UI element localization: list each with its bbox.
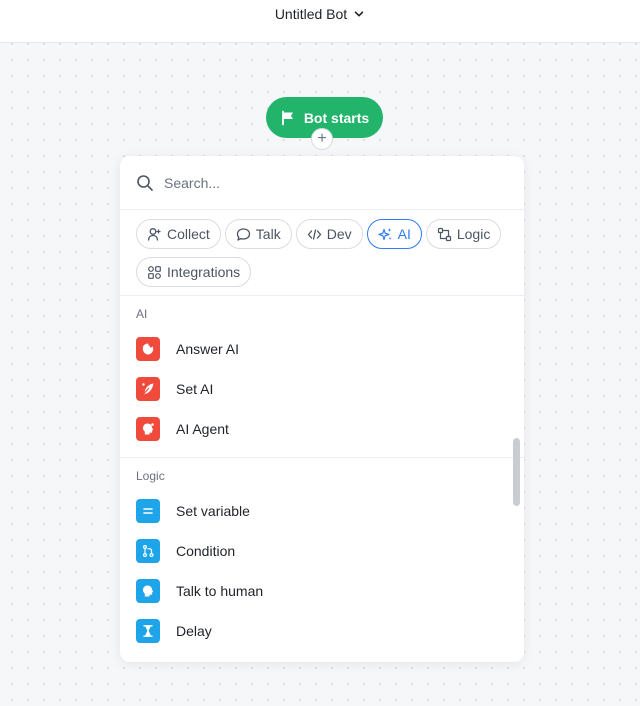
step-list[interactable]: AI Answer AI Set AI AI Agent Logic Set v…: [120, 296, 524, 662]
item-label: Answer AI: [176, 341, 240, 357]
hourglass-icon: [136, 619, 160, 643]
section-title-logic: Logic: [136, 469, 165, 483]
chevron-down-icon: [354, 11, 364, 17]
chip-label: Dev: [326, 226, 352, 242]
section-title-ai: AI: [136, 307, 148, 321]
item-label: Condition: [176, 543, 236, 559]
chat-bubble-icon: [236, 227, 250, 241]
search-input[interactable]: [164, 174, 464, 191]
flag-icon: [281, 110, 293, 125]
sparkles-icon: [378, 227, 392, 240]
category-chip-ai[interactable]: AI: [366, 219, 422, 249]
search-icon: [137, 174, 153, 191]
top-bar: Untitled Bot: [0, 0, 640, 43]
flow-icon: [437, 227, 451, 241]
chip-label: AI: [397, 226, 411, 242]
bot-title: Untitled Bot: [274, 6, 348, 22]
list-item-talk-to-human[interactable]: Talk to human: [120, 571, 524, 611]
list-item-delay[interactable]: Delay: [120, 611, 524, 651]
item-label: Delay: [176, 623, 212, 639]
step-picker-panel: Collect Talk Dev AI Logic Integrations A…: [120, 156, 524, 662]
list-item-set-variable[interactable]: Set variable: [120, 491, 524, 531]
list-item-set-ai[interactable]: Set AI: [120, 369, 524, 409]
human-head-icon: [136, 579, 160, 603]
bot-title-dropdown[interactable]: Untitled Bot: [275, 6, 365, 22]
item-label: Set variable: [176, 503, 250, 519]
list-item-condition[interactable]: Condition: [120, 531, 524, 571]
list-item-ai-agent[interactable]: AI Agent: [120, 409, 524, 449]
chip-label: Logic: [456, 226, 491, 242]
item-label: Set AI: [176, 381, 214, 397]
category-chip-talk[interactable]: Talk: [224, 219, 292, 249]
search-row: [120, 156, 524, 210]
chip-label: Collect: [167, 226, 210, 242]
item-label: AI Agent: [176, 421, 229, 437]
brain-icon: [136, 337, 160, 361]
branch-icon: [136, 539, 160, 563]
agent-head-icon: [136, 417, 160, 441]
apps-icon: [148, 265, 161, 279]
user-icon: [147, 227, 161, 241]
code-icon: [307, 228, 321, 240]
category-chip-logic[interactable]: Logic: [425, 219, 502, 249]
chip-label: Talk: [255, 226, 281, 242]
chip-label: Integrations: [167, 264, 241, 280]
add-step-button[interactable]: +: [311, 128, 333, 150]
list-scrollbar[interactable]: [513, 438, 520, 506]
category-filters: Collect Talk Dev AI Logic Integrations: [120, 210, 524, 296]
start-node-label: Bot starts: [303, 109, 370, 126]
category-chip-collect[interactable]: Collect: [136, 219, 221, 249]
item-label: Talk to human: [176, 583, 264, 599]
feather-icon: [136, 377, 160, 401]
category-chip-dev[interactable]: Dev: [295, 219, 363, 249]
equals-icon: [136, 499, 160, 523]
list-item-answer-ai[interactable]: Answer AI: [120, 329, 524, 369]
category-chip-integrations[interactable]: Integrations: [136, 257, 252, 287]
